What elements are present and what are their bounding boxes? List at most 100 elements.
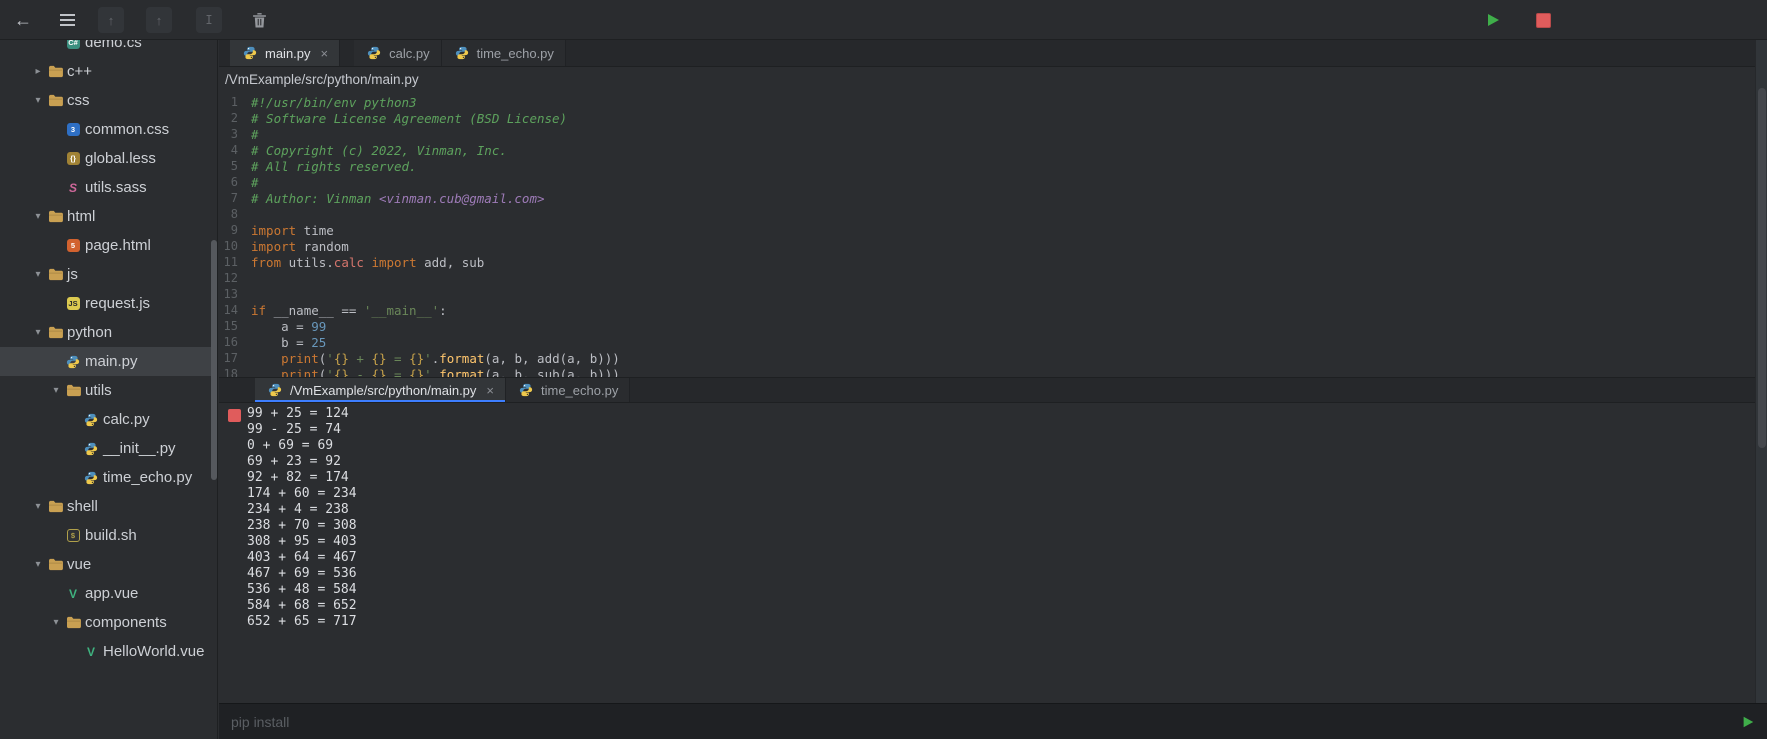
scrollbar-thumb[interactable]	[1758, 88, 1766, 448]
code-editor[interactable]: 1#!/usr/bin/env python32# Software Licen…	[219, 92, 1755, 377]
chevron-down-icon[interactable]: ▾	[30, 559, 46, 570]
chevron-down-icon[interactable]: ▾	[48, 385, 64, 396]
process-stop-icon[interactable]	[228, 409, 241, 422]
chevron-down-icon[interactable]: ▾	[30, 501, 46, 512]
python-icon	[82, 471, 100, 485]
editor-tab-main.py[interactable]: main.py×	[230, 40, 340, 66]
tree-folder-components[interactable]: ▾components	[0, 608, 217, 637]
tab-label: time_echo.py	[541, 383, 618, 398]
sidebar-scrollbar[interactable]	[211, 240, 217, 480]
python-file-icon	[517, 383, 535, 397]
run-button[interactable]	[1478, 0, 1508, 40]
tree-file-utils.sass[interactable]: Sutils.sass	[0, 173, 217, 202]
folder-icon	[64, 384, 82, 397]
stop-button[interactable]	[1528, 0, 1558, 40]
tree-item-label: __init__.py	[103, 440, 176, 457]
tree-item-label: demo.cs	[85, 40, 142, 51]
shell-icon: $	[64, 529, 82, 542]
command-input[interactable]	[219, 714, 1741, 730]
arrow-up-icon[interactable]: ↑	[98, 7, 124, 33]
output-line: 652 + 65 = 717	[247, 614, 1755, 630]
folder-icon	[46, 268, 64, 281]
panel-tab-/VmExample/src/python/main.py[interactable]: /VmExample/src/python/main.py×	[255, 378, 506, 402]
code-line: 16 b = 25	[219, 334, 1755, 350]
output-line: 174 + 60 = 234	[247, 486, 1755, 502]
chevron-down-icon[interactable]: ▾	[30, 327, 46, 338]
tree-file-__init__.py[interactable]: __init__.py	[0, 434, 217, 463]
html5-icon: 5	[64, 239, 82, 252]
code-line: 11from utils.calc import add, sub	[219, 254, 1755, 270]
editor-scrollbar[interactable]	[1755, 40, 1767, 703]
close-icon[interactable]: ×	[321, 46, 329, 61]
tree-item-label: html	[67, 208, 95, 225]
chevron-right-icon[interactable]: ▸	[30, 66, 46, 77]
tree-folder-js[interactable]: ▾js	[0, 260, 217, 289]
tree-folder-html[interactable]: ▾ html	[0, 202, 217, 231]
editor-tab-time_echo.py[interactable]: time_echo.py	[442, 40, 566, 66]
tree-file-HelloWorld.vue[interactable]: VHelloWorld.vue	[0, 637, 217, 666]
tree-file-request.js[interactable]: JSrequest.js	[0, 289, 217, 318]
tree-item-label: shell	[67, 498, 98, 515]
tree-file-main.py[interactable]: main.py	[0, 347, 217, 376]
output-line: 584 + 68 = 652	[247, 598, 1755, 614]
tree-folder-c++[interactable]: ▸c++	[0, 57, 217, 86]
tree-folder-python[interactable]: ▾ python	[0, 318, 217, 347]
hamburger-lines	[60, 19, 75, 21]
output-line: 536 + 48 = 584	[247, 582, 1755, 598]
menu-icon[interactable]	[52, 0, 82, 40]
code-line: 8	[219, 206, 1755, 222]
tree-file-page.html[interactable]: 5page.html	[0, 231, 217, 260]
editor-tabbar: main.py× calc.pytime_echo.py	[219, 40, 1755, 67]
line-number: 18	[219, 367, 251, 377]
tree-file-common.css[interactable]: 3common.css	[0, 115, 217, 144]
tree-item-label: python	[67, 324, 112, 341]
line-number: 3	[219, 127, 251, 141]
output-line: 308 + 95 = 403	[247, 534, 1755, 550]
tree-file-build.sh[interactable]: $build.sh	[0, 521, 217, 550]
line-number: 1	[219, 95, 251, 109]
python-file-icon	[241, 46, 259, 60]
tree-folder-shell[interactable]: ▾ shell	[0, 492, 217, 521]
tree-file-app.vue[interactable]: Vapp.vue	[0, 579, 217, 608]
line-number: 7	[219, 191, 251, 205]
line-number: 16	[219, 335, 251, 349]
tree-item-label: page.html	[85, 237, 151, 254]
tree-item-label: common.css	[85, 121, 169, 138]
code-line: 2# Software License Agreement (BSD Licen…	[219, 110, 1755, 126]
tree-folder-css[interactable]: ▾ css	[0, 86, 217, 115]
line-number: 15	[219, 319, 251, 333]
csharp-icon: C#	[64, 40, 82, 49]
tree-folder-vue[interactable]: ▾vue	[0, 550, 217, 579]
insert-cursor-icon[interactable]: I	[196, 7, 222, 33]
python-file-icon	[266, 383, 284, 397]
line-number: 12	[219, 271, 251, 285]
chevron-down-icon[interactable]: ▾	[48, 617, 64, 628]
arrow-up-icon-2[interactable]: ↑	[146, 7, 172, 33]
tree-file-time_echo.py[interactable]: time_echo.py	[0, 463, 217, 492]
command-run-icon[interactable]	[1741, 715, 1755, 729]
tree-item-label: utils	[85, 382, 112, 399]
back-icon[interactable]: ←	[8, 0, 38, 40]
tree-file-calc.py[interactable]: calc.py	[0, 405, 217, 434]
python-icon	[64, 355, 82, 369]
file-path: /VmExample/src/python/main.py	[225, 72, 419, 87]
trash-icon[interactable]	[244, 0, 274, 40]
folder-icon	[46, 558, 64, 571]
folder-icon	[46, 326, 64, 339]
console-output[interactable]: 99 + 25 = 12499 - 25 = 740 + 69 = 6969 +…	[219, 403, 1755, 703]
chevron-down-icon[interactable]: ▾	[30, 95, 46, 106]
code-line: 12	[219, 270, 1755, 286]
python-icon	[82, 413, 100, 427]
close-icon[interactable]: ×	[486, 383, 494, 398]
command-bar	[219, 703, 1767, 739]
panel-tab-time_echo.py[interactable]: time_echo.py	[506, 378, 630, 402]
output-line: 69 + 23 = 92	[247, 454, 1755, 470]
tree-item-label: css	[67, 92, 90, 109]
tree-item-label: request.js	[85, 295, 150, 312]
chevron-down-icon[interactable]: ▾	[30, 269, 46, 280]
tree-folder-utils[interactable]: ▾ utils	[0, 376, 217, 405]
chevron-down-icon[interactable]: ▾	[30, 211, 46, 222]
tree-file-demo.cs[interactable]: C#demo.cs	[0, 40, 217, 57]
editor-tab-calc.py[interactable]: calc.py	[354, 40, 441, 66]
tree-file-global.less[interactable]: {}global.less	[0, 144, 217, 173]
